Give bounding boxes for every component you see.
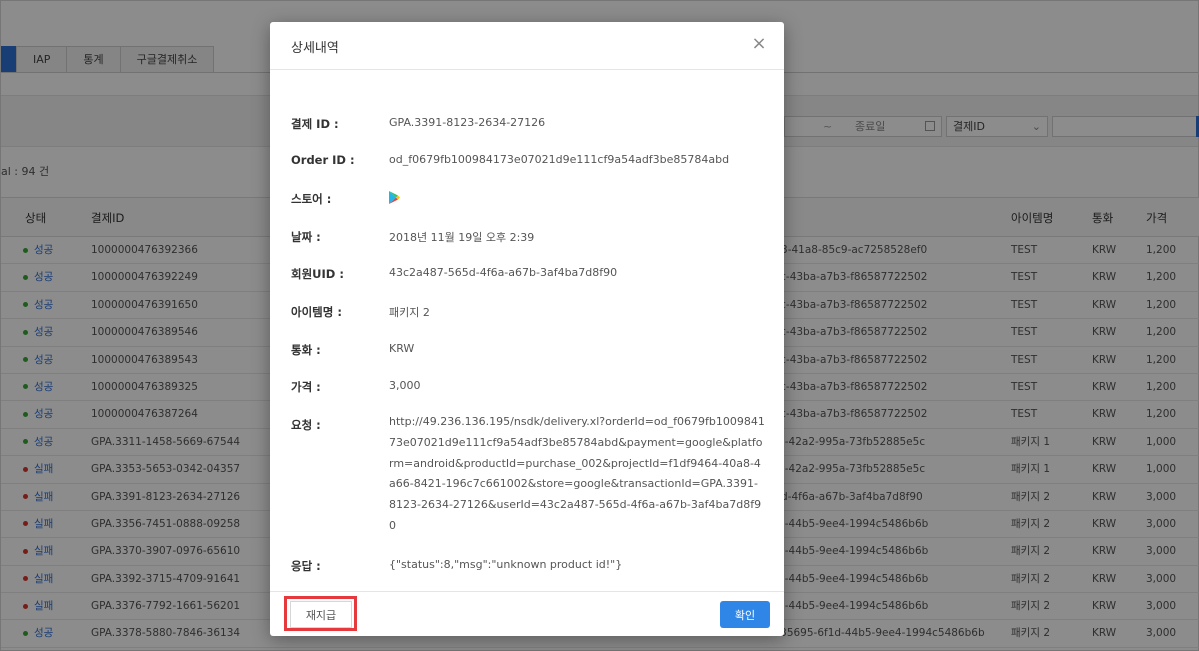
price-value: 3,000 (389, 379, 421, 392)
response-label: 응답 : (291, 559, 321, 573)
date-value: 2018년 11월 19일 오후 2:39 (389, 231, 535, 244)
request-value: http://49.236.136.195/nsdk/delivery.xl?o… (389, 415, 765, 532)
item-name-label: 아이템명 : (291, 305, 342, 319)
item-name-value: 패키지 2 (389, 306, 430, 319)
payment-id-value: GPA.3391-8123-2634-27126 (389, 116, 546, 129)
modal-header: 상세내역 × (270, 22, 784, 70)
order-id-value: od_f0679fb100984173e07021d9e111cf9a54adf… (389, 153, 730, 166)
currency-label: 통화 : (291, 343, 321, 357)
modal-footer: 재지급 확인 (270, 591, 784, 636)
request-label: 요청 : (291, 418, 321, 432)
close-icon[interactable]: × (750, 35, 768, 53)
order-id-label: Order ID : (291, 153, 355, 167)
payment-id-label: 결제 ID : (291, 117, 339, 131)
price-label: 가격 : (291, 380, 321, 394)
google-play-icon (389, 191, 400, 207)
store-label: 스토어 : (291, 192, 332, 206)
response-value: {"status":8,"msg":"unknown product id!"} (389, 558, 623, 571)
detail-modal: 상세내역 × 결제 ID : GPA.3391-8123-2634-27126 … (270, 22, 784, 636)
currency-value: KRW (389, 342, 415, 355)
date-label: 날짜 : (291, 230, 321, 244)
confirm-button[interactable]: 확인 (720, 601, 770, 628)
member-uid-label: 회원UID : (291, 267, 344, 281)
member-uid-value: 43c2a487-565d-4f6a-a67b-3af4ba7d8f90 (389, 266, 618, 279)
regive-button[interactable]: 재지급 (290, 601, 352, 628)
modal-title: 상세내역 (291, 41, 339, 56)
